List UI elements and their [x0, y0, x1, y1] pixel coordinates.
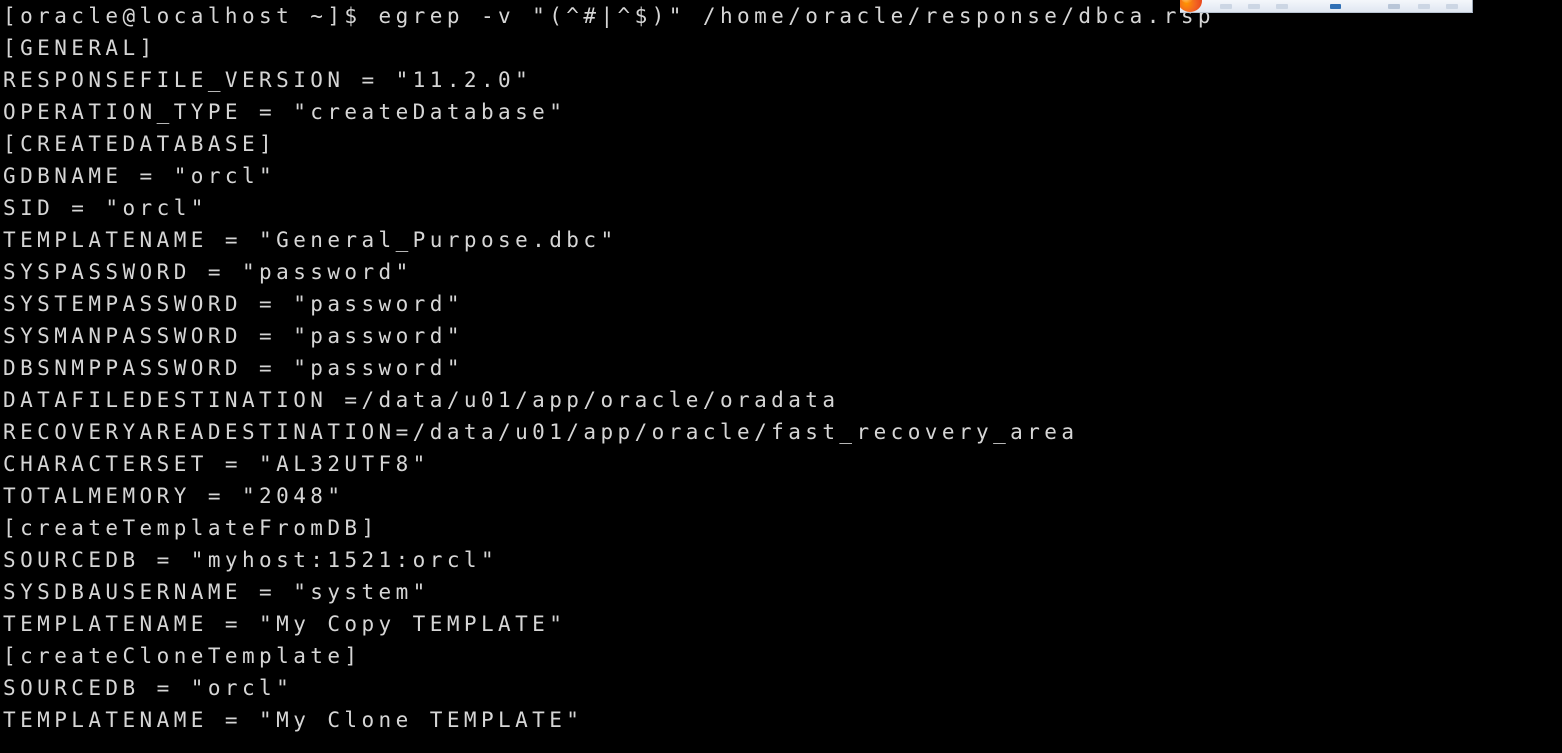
terminal-line: CHARACTERSET = "AL32UTF8"	[3, 452, 430, 476]
firefox-logo-icon	[1180, 0, 1202, 12]
terminal-line: SOURCEDB = "orcl"	[3, 676, 294, 700]
toolbar-item-3[interactable]	[1276, 4, 1288, 9]
screen: [oracle@localhost ~]$ egrep -v "(^#|^$)"…	[0, 0, 1562, 753]
terminal-line: SYSPASSWORD = "password"	[3, 260, 413, 284]
terminal-line: SID = "orcl"	[3, 196, 208, 220]
terminal-line: RESPONSEFILE_VERSION = "11.2.0"	[3, 68, 533, 92]
terminal-line: [createTemplateFromDB]	[3, 516, 379, 540]
terminal-line: SOURCEDB = "myhost:1521:orcl"	[3, 548, 499, 572]
browser-toolbar-strip[interactable]	[1180, 0, 1473, 13]
terminal-line: SYSTEMPASSWORD = "password"	[3, 292, 464, 316]
terminal-line: SYSMANPASSWORD = "password"	[3, 324, 464, 348]
terminal-output[interactable]: [oracle@localhost ~]$ egrep -v "(^#|^$)"…	[0, 0, 1562, 753]
terminal-line: [GENERAL]	[3, 36, 157, 60]
toolbar-item-1[interactable]	[1220, 4, 1232, 9]
terminal-line: GDBNAME = "orcl"	[3, 164, 277, 188]
toolbar-item-6[interactable]	[1446, 4, 1458, 9]
toolbar-item-4[interactable]	[1388, 4, 1400, 9]
toolbar-accent-item[interactable]	[1330, 4, 1341, 9]
terminal-line: TEMPLATENAME = "My Copy TEMPLATE"	[3, 612, 567, 636]
toolbar-item-5[interactable]	[1418, 4, 1430, 9]
terminal-line: DBSNMPPASSWORD = "password"	[3, 356, 464, 380]
terminal-line: TEMPLATENAME = "General_Purpose.dbc"	[3, 228, 618, 252]
terminal-line: TOTALMEMORY = "2048"	[3, 484, 345, 508]
terminal-line: [CREATEDATABASE]	[3, 132, 277, 156]
terminal-line: DATAFILEDESTINATION =/data/u01/app/oracl…	[3, 388, 840, 412]
terminal-line: RECOVERYAREADESTINATION=/data/u01/app/or…	[3, 420, 1079, 444]
terminal-line: TEMPLATENAME = "My Clone TEMPLATE"	[3, 708, 584, 732]
terminal-line: OPERATION_TYPE = "createDatabase"	[3, 100, 567, 124]
terminal-line: SYSDBAUSERNAME = "system"	[3, 580, 430, 604]
toolbar-item-2[interactable]	[1248, 4, 1260, 9]
terminal-line: [createCloneTemplate]	[3, 644, 362, 668]
